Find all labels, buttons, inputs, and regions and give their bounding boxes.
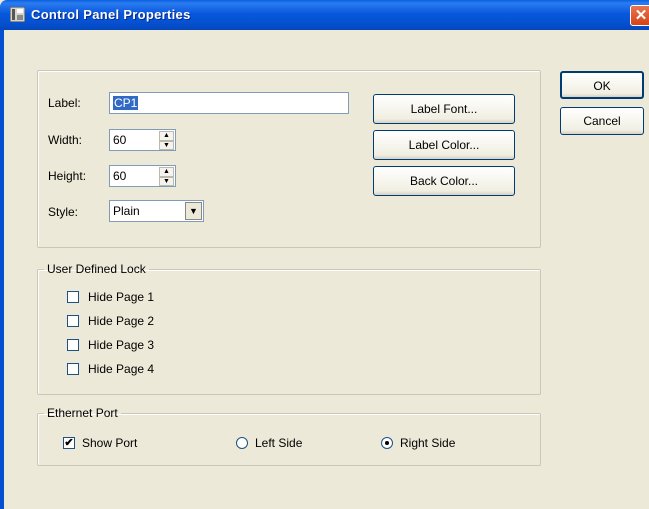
label-font-button[interactable]: Label Font... xyxy=(373,94,515,124)
height-stepper[interactable]: 60 ▲ ▼ xyxy=(109,165,176,187)
hide-page-2-checkbox[interactable] xyxy=(67,315,79,327)
hide-page-4-checkbox[interactable] xyxy=(67,363,79,375)
style-select[interactable]: Plain ▼ xyxy=(109,200,204,222)
window-left-border xyxy=(0,30,4,509)
back-color-button-label: Back Color... xyxy=(409,174,479,188)
window-title: Control Panel Properties xyxy=(31,7,191,22)
close-icon: ✕ xyxy=(634,7,648,24)
control-panel-icon xyxy=(10,7,25,22)
left-side-radio[interactable] xyxy=(236,437,248,449)
height-spin-buttons[interactable]: ▲ ▼ xyxy=(159,167,174,186)
hide-page-1-label: Hide Page 1 xyxy=(88,290,155,304)
back-color-button[interactable]: Back Color... xyxy=(373,166,515,196)
label-caption: Label: xyxy=(48,96,81,110)
width-spin-buttons[interactable]: ▲ ▼ xyxy=(159,131,174,150)
label-font-button-label: Label Font... xyxy=(410,102,478,116)
spin-up-icon[interactable]: ▲ xyxy=(159,131,174,141)
close-button[interactable]: ✕ xyxy=(630,5,649,26)
left-side-label: Left Side xyxy=(255,436,303,450)
cancel-button[interactable]: Cancel xyxy=(560,107,644,135)
height-caption: Height: xyxy=(48,169,87,183)
right-side-label: Right Side xyxy=(400,436,456,450)
spin-down-icon[interactable]: ▼ xyxy=(159,140,174,150)
label-color-button-label: Label Color... xyxy=(408,138,480,152)
title-bar[interactable]: Control Panel Properties ✕ xyxy=(0,0,649,30)
spin-down-icon[interactable]: ▼ xyxy=(159,176,174,186)
ok-button-label: OK xyxy=(593,79,611,93)
hide-page-1-checkbox[interactable] xyxy=(67,291,79,303)
label-input[interactable]: CP1 xyxy=(109,92,349,114)
style-value: Plain xyxy=(113,204,140,218)
cancel-button-label: Cancel xyxy=(583,114,621,128)
spin-up-icon[interactable]: ▲ xyxy=(159,167,174,177)
dropdown-arrow-icon[interactable]: ▼ xyxy=(185,202,202,220)
label-color-button[interactable]: Label Color... xyxy=(373,130,515,160)
checkmark-icon: ✔ xyxy=(64,437,74,449)
height-value: 60 xyxy=(113,169,127,183)
width-caption: Width: xyxy=(48,133,83,147)
width-stepper[interactable]: 60 ▲ ▼ xyxy=(109,129,176,151)
ok-button[interactable]: OK xyxy=(560,71,644,99)
radio-selected-icon xyxy=(385,441,389,445)
label-input-value: CP1 xyxy=(113,96,139,110)
hide-page-2-label: Hide Page 2 xyxy=(88,314,155,328)
show-port-label: Show Port xyxy=(82,436,138,450)
right-side-radio[interactable] xyxy=(381,437,393,449)
ethernet-port-title: Ethernet Port xyxy=(47,406,118,420)
hide-page-3-checkbox[interactable] xyxy=(67,339,79,351)
show-port-checkbox[interactable]: ✔ xyxy=(63,437,75,449)
style-caption: Style: xyxy=(48,205,79,219)
hide-page-3-label: Hide Page 3 xyxy=(88,338,155,352)
user-defined-lock-title: User Defined Lock xyxy=(47,262,146,276)
properties-dialog: Control Panel Properties ✕ Label: CP1 Wi… xyxy=(0,0,649,509)
hide-page-4-label: Hide Page 4 xyxy=(88,362,155,376)
width-value: 60 xyxy=(113,133,127,147)
